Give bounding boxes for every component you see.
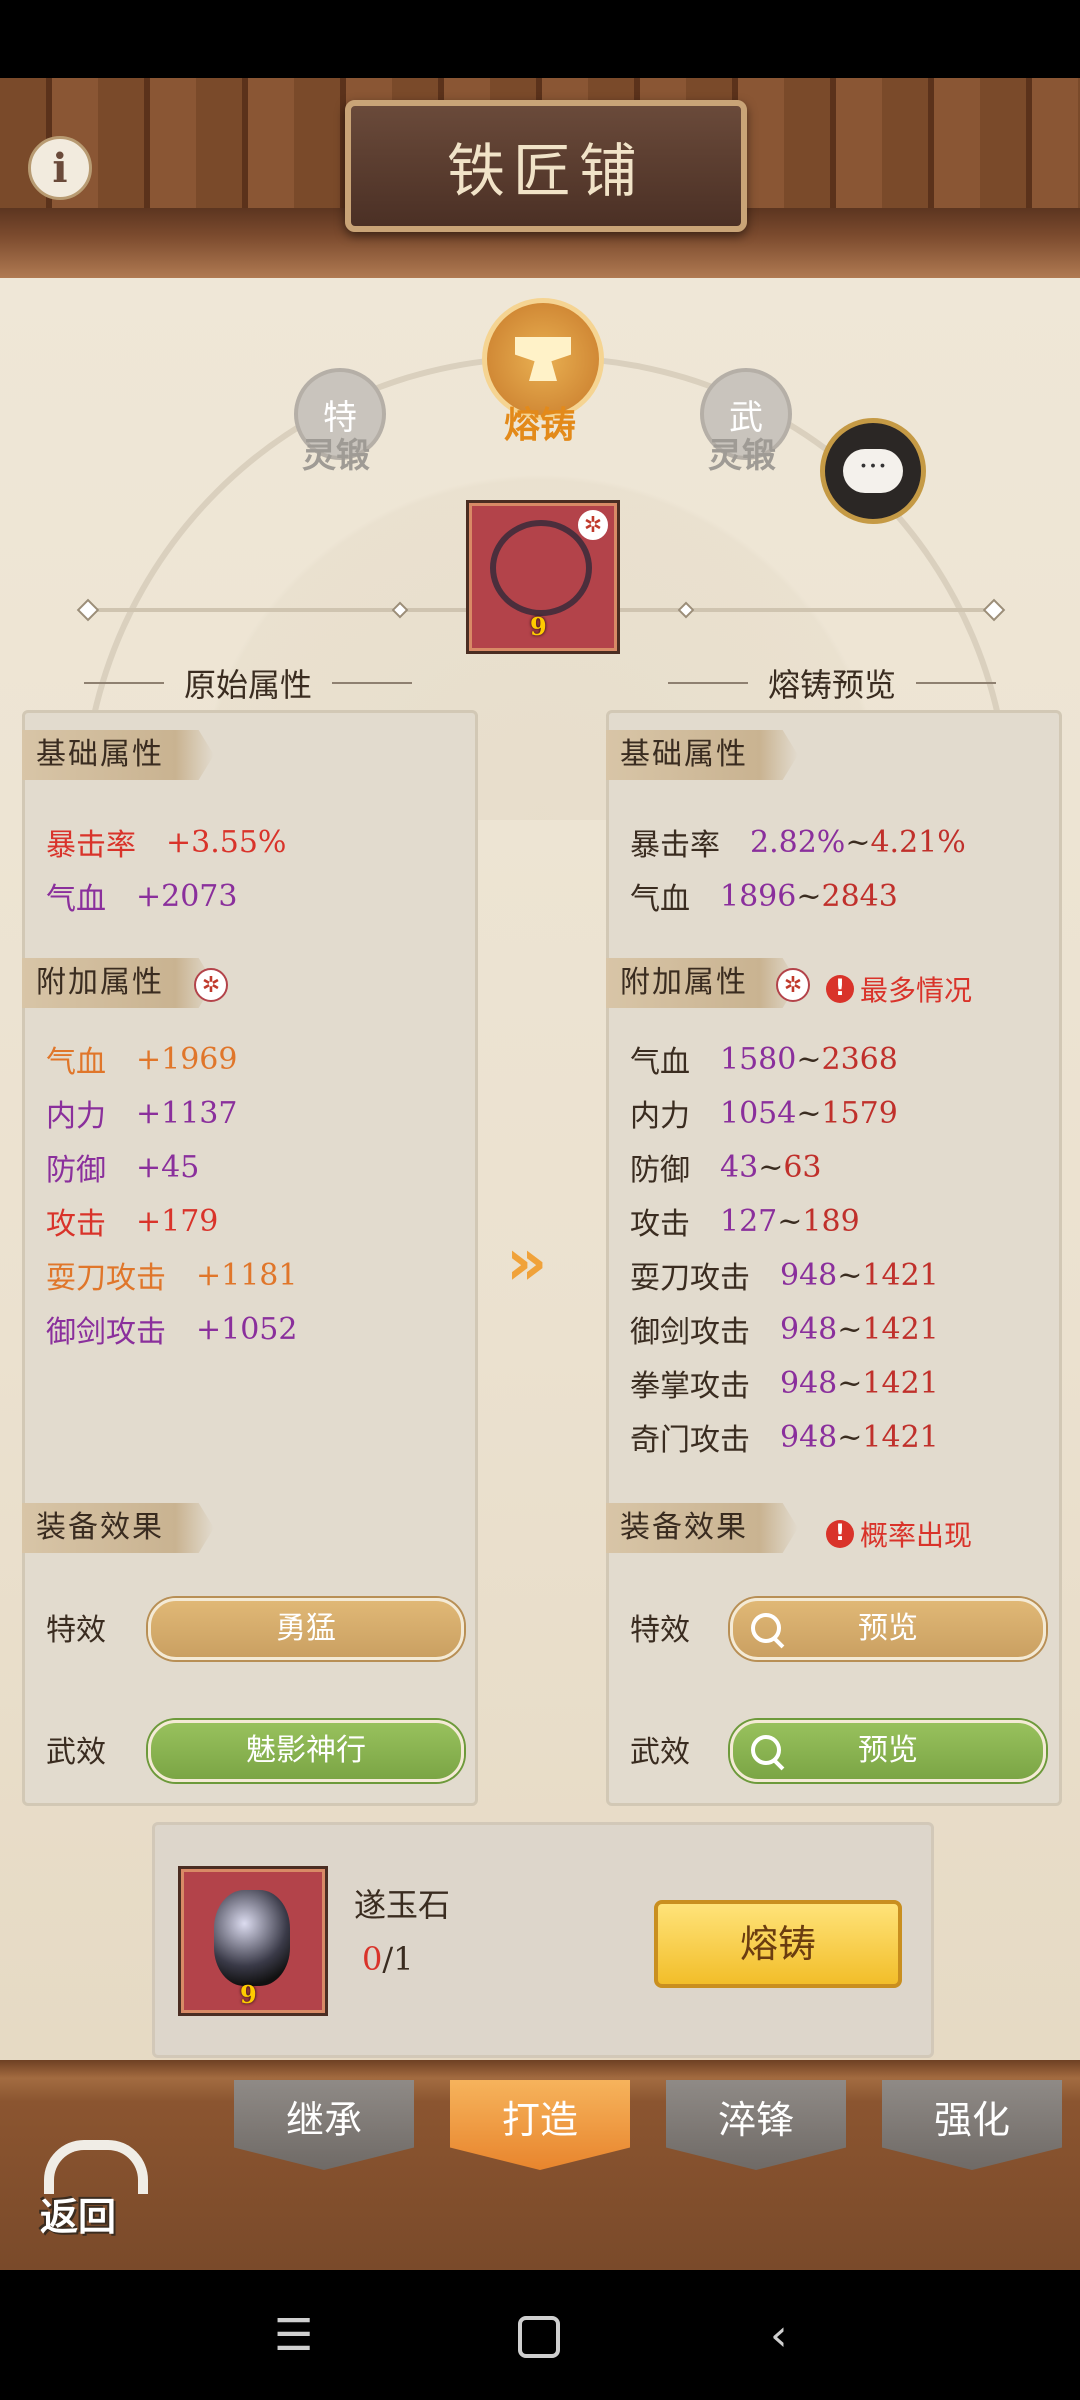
- item-level: 9: [530, 612, 547, 641]
- stat-row: 内力 1054 ~1579: [630, 1095, 898, 1135]
- home-icon[interactable]: [518, 2316, 560, 2358]
- stat-row: 暴击率 +3.55%: [46, 824, 287, 864]
- stat-row: 御剑攻击 +1052: [46, 1311, 298, 1351]
- stat-row: 防御 43 ~63: [630, 1149, 822, 1189]
- stat-row: 御剑攻击 948 ~1421: [630, 1311, 939, 1351]
- special-effect-preview-button[interactable]: 预览: [730, 1598, 1046, 1660]
- stat-row: 气血 1896 ~2843: [630, 878, 898, 918]
- status-bar: [0, 0, 1080, 78]
- stat-row: 拳掌攻击 948 ~1421: [630, 1365, 939, 1405]
- base-attrs-tag: 基础属性: [22, 730, 214, 780]
- back-nav-icon[interactable]: ‹: [770, 2310, 788, 2361]
- special-effect-button[interactable]: 勇猛: [148, 1598, 464, 1660]
- martial-effect-label: 武效: [630, 1735, 690, 1770]
- warning-icon: !: [826, 975, 854, 1003]
- warning-icon: !: [826, 1520, 854, 1548]
- fuse-button[interactable]: 熔铸: [654, 1900, 902, 1988]
- stat-row: 暴击率 2.82% ~4.21%: [630, 824, 966, 864]
- stat-row: 奇门攻击 948 ~1421: [630, 1419, 939, 1459]
- necklace-icon: [490, 520, 592, 616]
- back-label: 返回: [40, 2194, 117, 2239]
- material-count: 0/1: [362, 1940, 414, 1978]
- stat-row: 气血 +1969: [46, 1041, 238, 1081]
- info-icon[interactable]: i: [28, 136, 92, 200]
- gem-badge-icon: ✲: [194, 968, 228, 1002]
- stat-row: 气血 +2073: [46, 878, 238, 918]
- chat-icon[interactable]: ···: [820, 418, 926, 524]
- stat-row: 耍刀攻击 948 ~1421: [630, 1257, 939, 1297]
- martial-effect-preview-button[interactable]: 预览: [730, 1720, 1046, 1782]
- material-name: 遂玉石: [354, 1886, 451, 1924]
- title-plaque: 铁匠铺: [345, 100, 747, 232]
- stat-row: 内力 +1137: [46, 1095, 238, 1135]
- fusion-preview-heading: 熔铸预览: [648, 660, 1016, 706]
- martial-forge-label: 灵锻: [708, 436, 776, 476]
- extra-attrs-tag: 附加属性: [606, 958, 798, 1008]
- transform-arrow-icon: »: [506, 1226, 548, 1300]
- probability-note: ! 概率出现: [826, 1514, 972, 1554]
- anvil-icon: [515, 337, 571, 381]
- stat-row: 攻击 +179: [46, 1203, 219, 1243]
- right-extra-stats: 气血 1580 ~2368 内力 1054 ~1579 防御 43 ~63 攻击 127 ~18…: [630, 1032, 1050, 1464]
- right-base-stats: 暴击率 2.82% ~4.21% 气血 1896 ~2843: [630, 815, 1050, 923]
- back-button[interactable]: 返回: [32, 2140, 148, 2240]
- gem-badge-icon: ✲: [576, 508, 610, 542]
- stat-row: 耍刀攻击 +1181: [46, 1257, 298, 1297]
- gem-badge-icon: ✲: [776, 968, 810, 1002]
- martial-effect-label: 武效: [46, 1735, 106, 1770]
- page-title: 铁匠铺: [446, 137, 645, 205]
- material-level: 9: [240, 1980, 257, 2009]
- fuse-mode-label: 熔铸: [503, 404, 576, 446]
- search-icon: [751, 1735, 781, 1765]
- stat-row: 防御 +45: [46, 1149, 200, 1189]
- max-case-note: ! 最多情况: [826, 969, 972, 1009]
- martial-effect-button[interactable]: 魅影神行: [148, 1720, 464, 1782]
- left-extra-stats: 气血 +1969 内力 +1137 防御 +45 攻击 +179 耍刀攻击 +1181 御…: [46, 1032, 466, 1356]
- original-attrs-heading: 原始属性: [64, 660, 432, 706]
- left-base-stats: 暴击率 +3.55% 气血 +2073: [46, 815, 466, 923]
- equip-effects-tag: 装备效果: [606, 1503, 798, 1553]
- special-effect-label: 特效: [46, 1613, 106, 1648]
- special-effect-label: 特效: [630, 1613, 690, 1648]
- special-forge-label: 灵锻: [302, 436, 370, 476]
- search-icon: [751, 1613, 781, 1643]
- stat-row: 攻击 127 ~189: [630, 1203, 860, 1243]
- stat-row: 气血 1580 ~2368: [630, 1041, 898, 1081]
- extra-attrs-tag: 附加属性: [22, 958, 214, 1008]
- jade-stone-icon: [214, 1890, 290, 1986]
- base-attrs-tag: 基础属性: [606, 730, 798, 780]
- equip-effects-tag: 装备效果: [22, 1503, 214, 1553]
- menu-icon[interactable]: ☰: [274, 2310, 313, 2361]
